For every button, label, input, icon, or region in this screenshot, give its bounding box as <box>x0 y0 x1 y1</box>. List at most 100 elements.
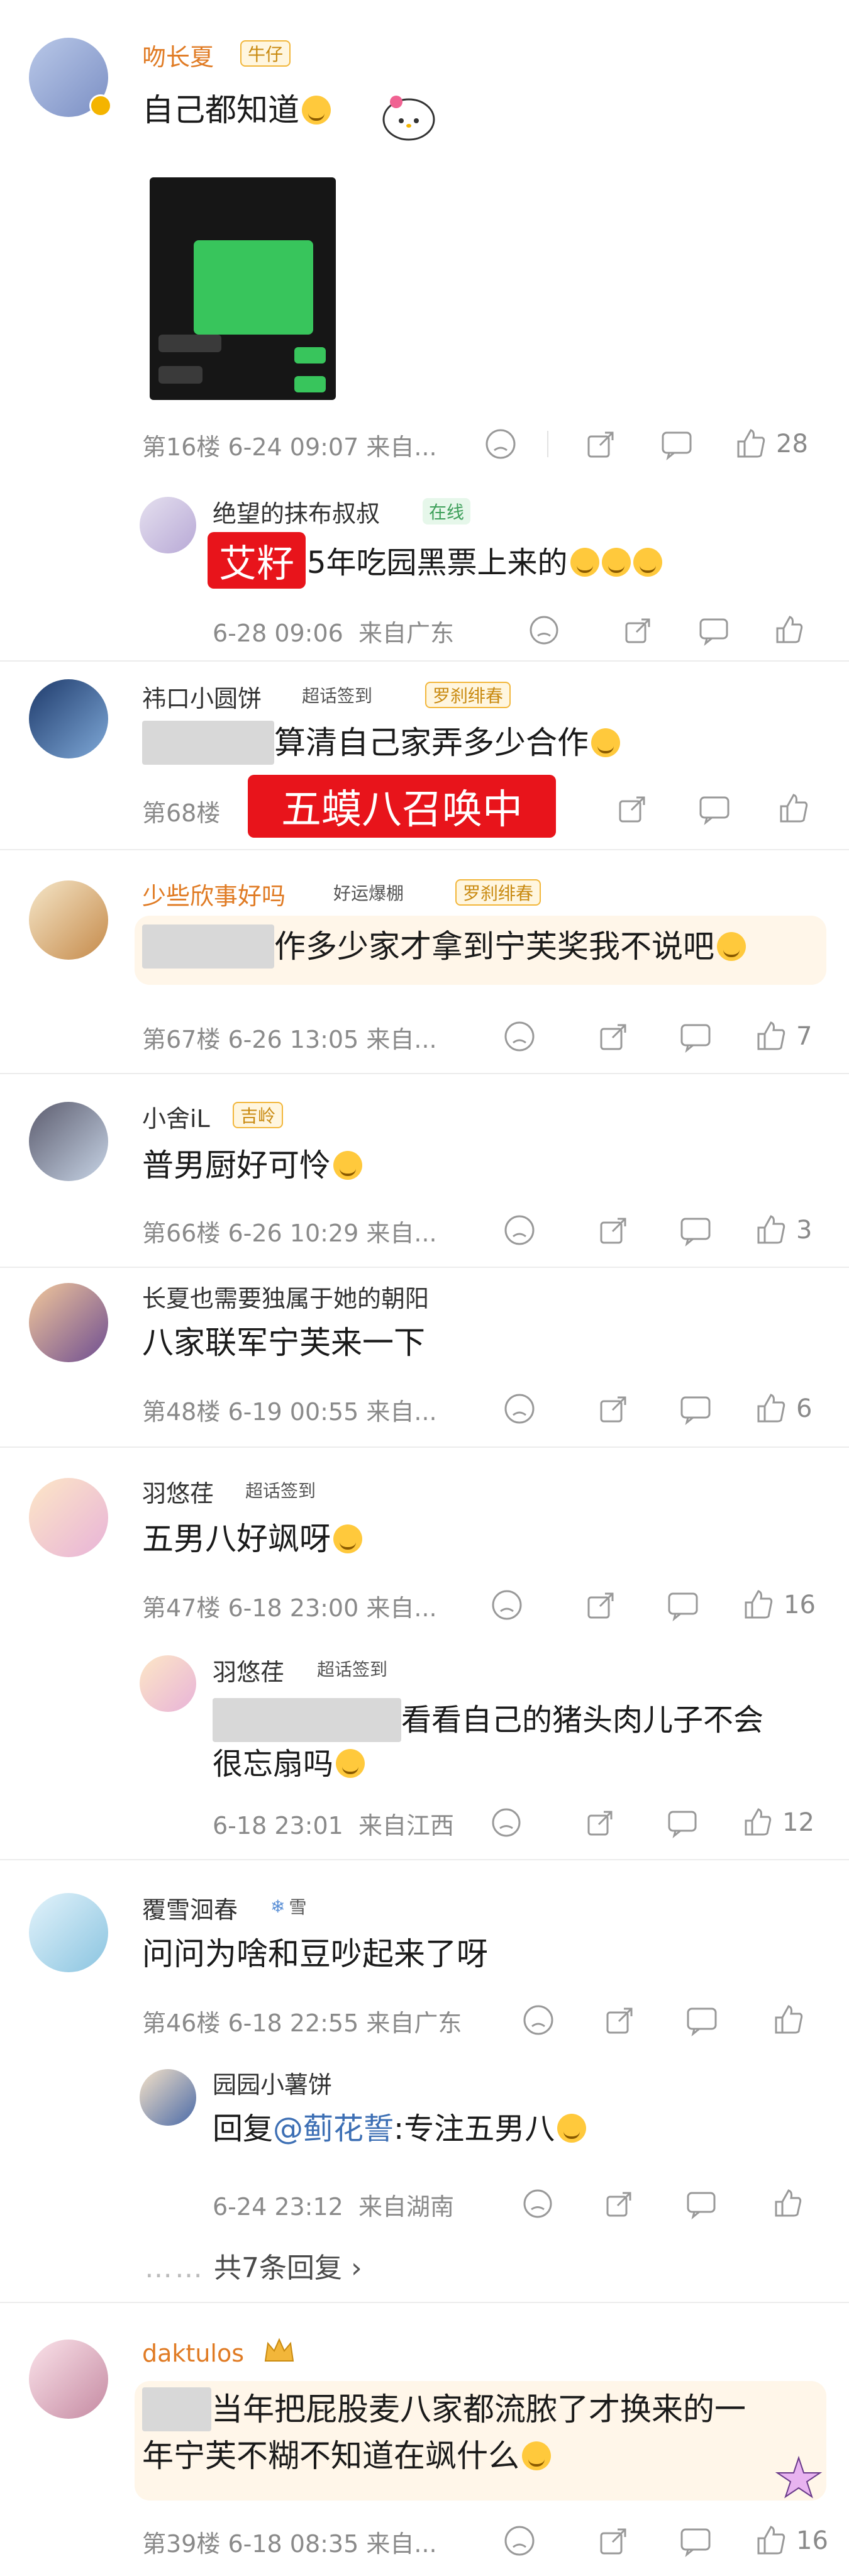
share-button[interactable] <box>585 425 618 463</box>
dislike-button[interactable] <box>528 611 560 649</box>
divider <box>0 1446 849 1448</box>
dislike-button[interactable] <box>491 1804 522 1841</box>
share-button[interactable] <box>597 1211 630 1249</box>
comment-button[interactable] <box>679 1018 712 1055</box>
fan-badge: 吉岭 <box>233 1102 284 1128</box>
share-icon <box>625 618 650 643</box>
comment-button[interactable] <box>698 790 731 828</box>
share-button[interactable] <box>623 611 654 649</box>
like-button[interactable] <box>772 2001 805 2039</box>
dislike-button[interactable] <box>503 2522 536 2560</box>
dislike-icon <box>504 1215 535 1245</box>
like-button[interactable]: 16 <box>742 1586 816 1624</box>
reply-avatar[interactable] <box>140 497 196 553</box>
comment-button[interactable] <box>667 1586 699 1624</box>
more-replies-link[interactable]: …… 共7条回复 › <box>145 2245 362 2285</box>
reply-username[interactable]: 羽悠荏 <box>213 1653 284 1687</box>
avatar[interactable] <box>29 2340 108 2419</box>
share-button[interactable] <box>597 1018 630 1055</box>
online-badge: 在线 <box>423 498 471 525</box>
action-bar: 3 <box>503 1211 824 1249</box>
emoji-icon <box>591 728 620 757</box>
like-count: 6 <box>796 1394 813 1423</box>
share-button[interactable] <box>616 790 649 828</box>
like-button[interactable] <box>772 2185 804 2223</box>
share-button[interactable] <box>597 2522 630 2560</box>
username[interactable]: 少些欣事好吗 <box>142 877 286 911</box>
like-count: 16 <box>796 2526 828 2555</box>
dislike-button[interactable] <box>491 1586 523 1624</box>
comment-button[interactable] <box>679 1390 712 1428</box>
reply-meta: 6-24 23:12 来自湖南 <box>213 2193 455 2221</box>
reply-action-bar: 12 <box>491 1804 824 1841</box>
reply-username[interactable]: 绝望的抹布叔叔 <box>213 494 380 529</box>
dislike-button[interactable] <box>522 2001 555 2039</box>
avatar[interactable] <box>29 1283 108 1362</box>
comment-button[interactable] <box>685 2185 717 2223</box>
username[interactable]: 祎口小圆饼 <box>142 679 262 714</box>
share-button[interactable] <box>585 1586 618 1624</box>
share-button[interactable] <box>585 1804 616 1841</box>
fan-badge: 罗刹绯春 <box>425 682 511 708</box>
like-button[interactable]: 16 <box>755 2522 828 2560</box>
username[interactable]: 吻长夏 <box>142 38 214 72</box>
like-button[interactable] <box>777 790 810 828</box>
mention-link[interactable]: @蓟花誓 <box>273 2111 394 2146</box>
dislike-button[interactable] <box>503 1211 536 1249</box>
comment-button[interactable] <box>660 425 693 463</box>
share-button[interactable] <box>604 2001 636 2039</box>
avatar[interactable] <box>29 1478 108 1557</box>
like-button[interactable]: 28 <box>735 425 808 463</box>
emoji-icon <box>333 1151 362 1180</box>
thumb-up-icon <box>757 1021 785 1050</box>
username[interactable]: 覆雪洄春 <box>142 1890 238 1925</box>
comment-icon <box>680 2528 711 2557</box>
like-count: 16 <box>784 1591 816 1619</box>
username[interactable]: daktulos <box>142 2340 244 2367</box>
username[interactable]: 小舍iL <box>142 1099 210 1134</box>
like-count: 7 <box>796 1022 813 1051</box>
emoji-icon <box>570 548 599 577</box>
like-button[interactable]: 6 <box>755 1390 812 1428</box>
like-button[interactable]: 3 <box>755 1211 812 1249</box>
dislike-icon <box>492 1808 521 1837</box>
username[interactable]: 羽悠荏 <box>142 1474 214 1509</box>
comment-icon <box>668 1592 698 1621</box>
divider <box>0 1859 849 1860</box>
avatar[interactable] <box>29 880 108 960</box>
reply-meta: 6-28 09:06 来自广东 <box>213 619 455 647</box>
avatar[interactable] <box>29 1102 108 1181</box>
like-button[interactable]: 7 <box>755 1018 812 1055</box>
comment-button[interactable] <box>679 1211 712 1249</box>
post-meta: 第46楼 6-18 22:55 来自广东 <box>142 2009 462 2037</box>
action-bar: 28 <box>484 425 824 463</box>
comment-text: xxxx算清自己家弄多少合作 <box>142 721 620 765</box>
dislike-button[interactable] <box>522 2185 553 2223</box>
chat-screenshot-image[interactable] <box>150 177 336 400</box>
username[interactable]: 长夏也需要独属于她的朝阳 <box>142 1279 429 1314</box>
avatar[interactable] <box>29 679 108 758</box>
reply-username[interactable]: 园园小薯饼 <box>213 2065 332 2100</box>
dislike-button[interactable] <box>503 1018 536 1055</box>
reply-avatar[interactable] <box>140 1655 196 1712</box>
comment-text-line2: 年宁芙不糊不知道在飒什么 <box>142 2434 551 2478</box>
avatar[interactable] <box>29 1893 108 1972</box>
dislike-button[interactable] <box>503 1390 536 1428</box>
comment-button[interactable] <box>679 2522 712 2560</box>
comment-button[interactable] <box>685 2001 718 2039</box>
reply-text-line1: xxxx看看自己的猪头肉儿子不会 <box>213 1698 763 1742</box>
comment-text-line1: xx当年把屁股麦八家都流脓了才换来的一 <box>142 2387 746 2431</box>
overlay-label-1: 艾籽 <box>208 532 306 589</box>
comment-button[interactable] <box>667 1804 698 1841</box>
share-button[interactable] <box>597 1390 630 1428</box>
like-button[interactable] <box>774 611 805 649</box>
dislike-button[interactable] <box>484 425 517 463</box>
comment-button[interactable] <box>698 611 730 649</box>
dislike-icon <box>504 2526 535 2556</box>
reply-avatar[interactable] <box>140 2069 196 2126</box>
comment-icon <box>699 796 730 825</box>
like-button[interactable]: 12 <box>742 1804 814 1841</box>
share-button[interactable] <box>604 2185 635 2223</box>
share-icon <box>600 1218 626 1244</box>
like-count: 3 <box>796 1216 813 1245</box>
